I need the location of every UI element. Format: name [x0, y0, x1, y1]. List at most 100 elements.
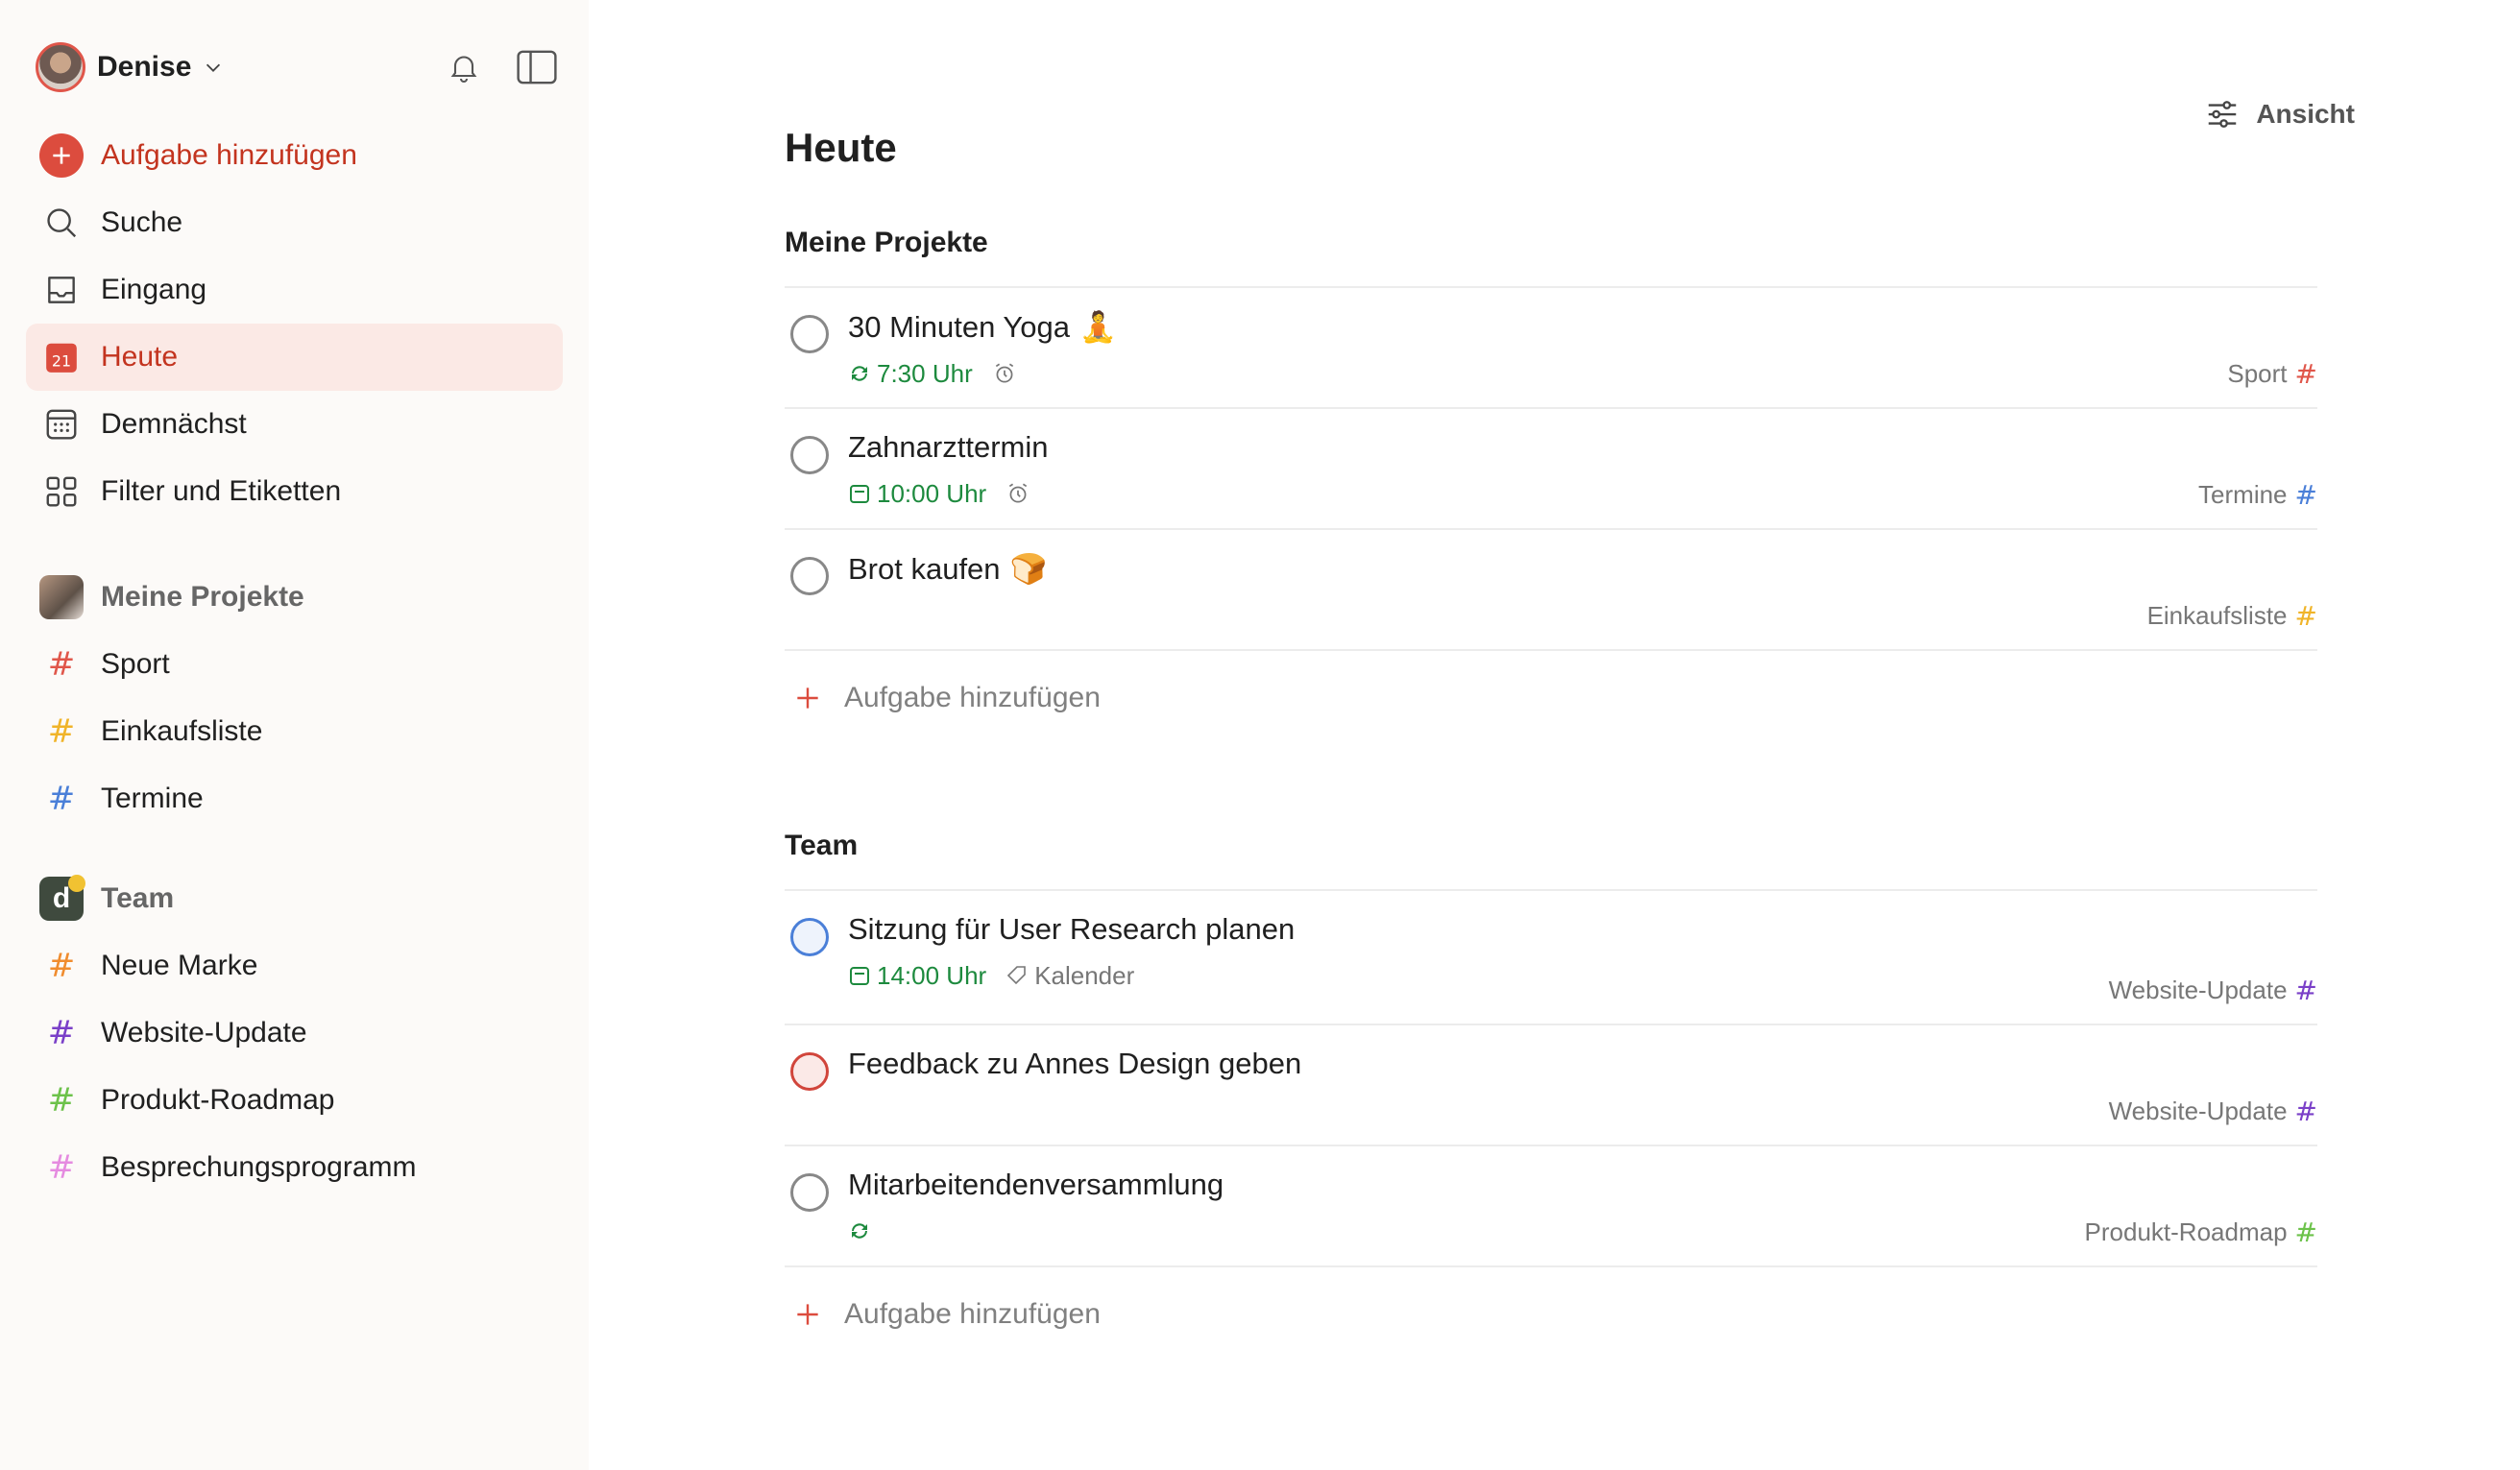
project-label: Website-Update [101, 1017, 307, 1048]
sidebar-toggle-icon [517, 50, 557, 84]
team-header[interactable]: d Team [26, 865, 563, 932]
task-title: Zahnarzttermin [848, 430, 1049, 464]
user-name: Denise [97, 51, 192, 83]
recurring-icon [852, 366, 867, 381]
task-item[interactable]: Zahnarzttermin 10:00 Uhr Termine # [785, 409, 2317, 530]
calendar-today-icon: 21 [39, 335, 84, 379]
hash-icon: # [2294, 1217, 2317, 1248]
add-task-button[interactable]: Aufgabe hinzufügen [26, 122, 563, 189]
plus-icon [797, 1304, 818, 1325]
task-checkbox[interactable] [790, 315, 829, 353]
calendar-grid-icon [39, 402, 84, 446]
task-checkbox[interactable] [790, 1173, 829, 1212]
bell-icon [450, 56, 477, 83]
sidebar-item-besprechungsprogramm[interactable]: # Besprechungsprogramm [26, 1134, 563, 1201]
task-checkbox[interactable] [790, 918, 829, 956]
nav-item-today[interactable]: 21 Heute [26, 324, 563, 391]
add-task-label: Aufgabe hinzufügen [101, 139, 357, 171]
nav-item-inbox[interactable]: Eingang [26, 256, 563, 324]
task-project-label: Termine [2198, 480, 2288, 509]
task-label: Kalender [1034, 960, 1135, 990]
sidebar-item-termine[interactable]: # Termine [26, 765, 563, 832]
hash-icon: # [47, 712, 76, 751]
avatar [36, 42, 85, 92]
today-view: Heute Meine Projekte 30 Minuten Yoga 🧘 7:… [785, 125, 2317, 1362]
task-item[interactable]: Feedback zu Annes Design geben Website-U… [785, 1025, 2317, 1146]
project-label: Einkaufsliste [101, 715, 263, 747]
yoga-emoji: 🧘 [1079, 310, 1117, 344]
sidebar-item-website-update[interactable]: # Website-Update [26, 1000, 563, 1067]
task-checkbox[interactable] [790, 1052, 829, 1091]
task-item[interactable]: Brot kaufen 🍞 Einkaufsliste # [785, 530, 2317, 651]
project-label: Produkt-Roadmap [101, 1084, 335, 1116]
sidebar-item-neue-marke[interactable]: # Neue Marke [26, 932, 563, 1000]
sidebar: Denise Aufgabe hinzufügen Suche Eingang … [0, 0, 589, 1470]
task-project[interactable]: Einkaufsliste # [2147, 600, 2317, 632]
task-project[interactable]: Sport # [2227, 358, 2317, 390]
nav-label: Filter und Etiketten [101, 475, 342, 507]
user-menu[interactable]: Denise [36, 42, 224, 92]
project-label: Neue Marke [101, 950, 258, 981]
main-content: Ansicht Heute Meine Projekte 30 Minuten … [589, 0, 2520, 1470]
section-title: Meine Projekte [785, 227, 2317, 288]
task-checkbox[interactable] [790, 436, 829, 474]
task-project[interactable]: Termine # [2198, 479, 2317, 511]
task-checkbox[interactable] [790, 557, 829, 595]
task-time: 14:00 Uhr [877, 960, 987, 990]
tag-icon [1007, 966, 1026, 985]
hash-icon: # [2294, 479, 2317, 511]
task-project-label: Sport [2227, 359, 2288, 388]
task-title: Mitarbeitendenversammlung [848, 1168, 1224, 1201]
hash-icon: # [47, 1081, 76, 1120]
add-task-label: Aufgabe hinzufügen [844, 682, 1101, 713]
chevron-down-icon [206, 63, 221, 72]
calendar-icon [850, 967, 869, 985]
sidebar-item-sport[interactable]: # Sport [26, 631, 563, 698]
task-time: 10:00 Uhr [877, 478, 987, 508]
task-project[interactable]: Produkt-Roadmap # [2085, 1217, 2317, 1248]
search-icon [39, 201, 84, 245]
nav-label: Suche [101, 206, 183, 238]
nav-item-search[interactable]: Suche [26, 189, 563, 256]
app-window: Denise Aufgabe hinzufügen Suche Eingang … [0, 0, 2520, 1470]
hash-icon: # [47, 1148, 76, 1187]
nav-item-filters[interactable]: Filter und Etiketten [26, 458, 563, 525]
add-task-inline-button[interactable]: Aufgabe hinzufügen [785, 1267, 2317, 1362]
task-item[interactable]: Sitzung für User Research planen 14:00 U… [785, 891, 2317, 1025]
task-project[interactable]: Website-Update # [2109, 975, 2317, 1006]
sidebar-item-produkt-roadmap[interactable]: # Produkt-Roadmap [26, 1067, 563, 1134]
project-label: Termine [101, 783, 204, 814]
section-my-projects: Meine Projekte 30 Minuten Yoga 🧘 7:30 Uhr… [785, 227, 2317, 745]
calendar-icon [850, 485, 869, 503]
sidebar-header: Denise [26, 34, 563, 101]
projects-avatar [39, 575, 84, 619]
task-item[interactable]: 30 Minuten Yoga 🧘 7:30 Uhr Sport # [785, 288, 2317, 409]
team-avatar: d [39, 875, 85, 921]
sidebar-item-einkaufsliste[interactable]: # Einkaufsliste [26, 698, 563, 765]
task-project[interactable]: Website-Update # [2109, 1096, 2317, 1127]
my-projects-group: Meine Projekte # Sport # Einkaufsliste #… [26, 564, 563, 832]
nav-item-upcoming[interactable]: Demnächst [26, 391, 563, 458]
bread-emoji: 🍞 [1009, 552, 1048, 586]
task-project-label: Produkt-Roadmap [2084, 1217, 2288, 1246]
today-day-number: 21 [52, 352, 71, 371]
add-task-label: Aufgabe hinzufügen [844, 1298, 1101, 1330]
hash-icon: # [47, 1014, 76, 1052]
notifications-button[interactable] [444, 47, 484, 87]
add-task-inline-button[interactable]: Aufgabe hinzufügen [785, 651, 2317, 745]
filters-grid-icon [39, 470, 84, 514]
task-project-label: Website-Update [2108, 1096, 2288, 1125]
nav-label: Demnächst [101, 408, 247, 440]
task-item[interactable]: Mitarbeitendenversammlung Produkt-Roadma… [785, 1146, 2317, 1267]
group-title: Team [101, 882, 175, 914]
my-projects-header[interactable]: Meine Projekte [26, 564, 563, 631]
team-group: d Team # Neue Marke # Website-Update # P… [26, 865, 563, 1201]
toggle-sidebar-button[interactable] [517, 47, 557, 87]
plus-circle-icon [39, 133, 84, 178]
task-title: Brot kaufen [848, 551, 1001, 586]
task-title: 30 Minuten Yoga [848, 309, 1070, 344]
nav-label: Heute [101, 341, 179, 373]
page-title: Heute [785, 125, 897, 170]
hash-icon: # [47, 645, 76, 684]
task-project-label: Website-Update [2108, 976, 2288, 1004]
